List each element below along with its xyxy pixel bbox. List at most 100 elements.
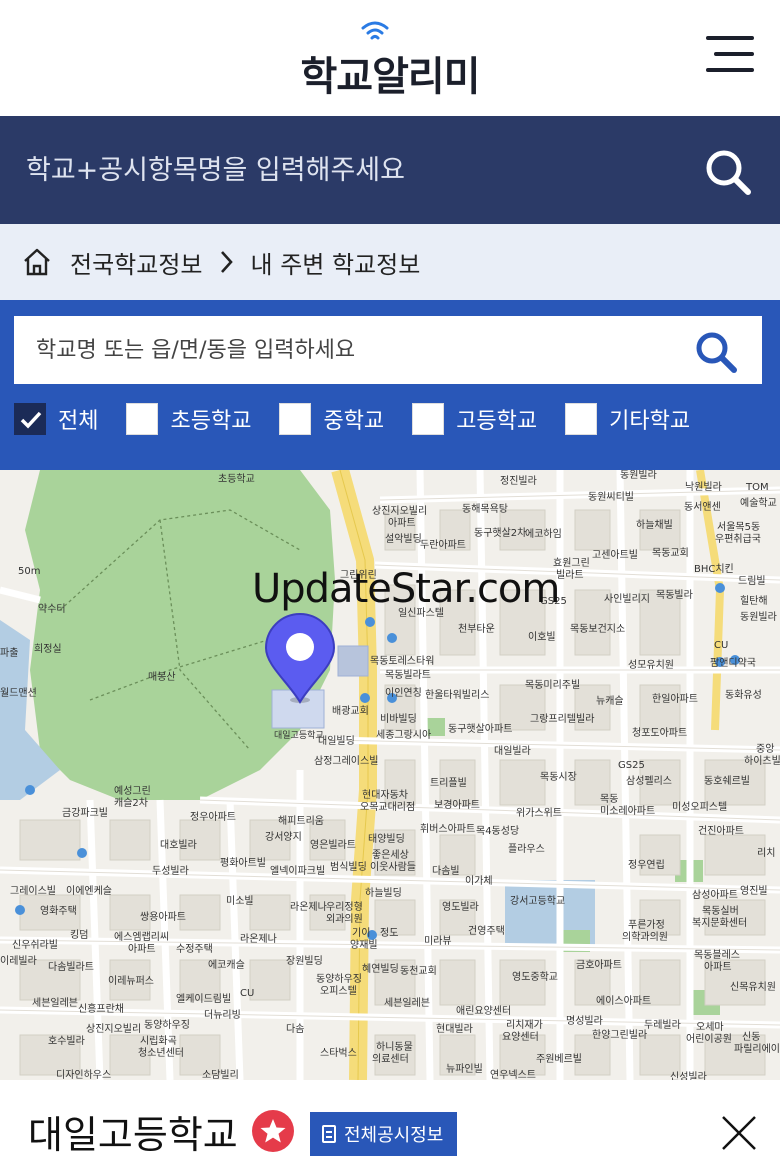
map-label: 수정주택: [176, 944, 213, 955]
filter-high-checkbox[interactable]: [412, 403, 445, 435]
breadcrumb: 전국학교정보 내 주변 학교정보: [0, 224, 780, 300]
map-label: 목동교회: [652, 548, 689, 559]
global-search-input[interactable]: [26, 150, 666, 190]
breadcrumb-item-national[interactable]: 전국학교정보: [70, 245, 202, 280]
map-label: 이레뉴퍼스: [108, 976, 154, 987]
map-label: 양재빌: [350, 940, 378, 951]
map-label: 천부타운: [458, 624, 495, 635]
filter-other-checkbox[interactable]: [565, 403, 598, 435]
map-label: 리치: [757, 848, 776, 859]
map-label: 영도빌라: [442, 902, 479, 913]
map-label: 한울타워빌리스: [425, 690, 490, 701]
filter-all[interactable]: 전체: [14, 403, 98, 435]
map-label: 미소레아파트: [600, 806, 656, 817]
map-label: 배광교회: [332, 706, 369, 717]
map-label: 한양그린빌라: [592, 1030, 648, 1041]
all-disclosure-button[interactable]: 전체공시정보: [310, 1112, 458, 1156]
map-label: 사인빌리지: [604, 594, 650, 605]
filter-middle[interactable]: 중학교: [279, 403, 384, 435]
map-label: BHC치킨: [694, 564, 734, 575]
map-label: 영은빌라트: [310, 840, 356, 851]
map-label: 동천교회: [400, 966, 437, 977]
map-label: 그랑프리텔빌라: [530, 714, 595, 725]
map-label: 낙원빌라: [685, 482, 722, 493]
filter-all-label: 전체: [58, 409, 99, 434]
close-icon[interactable]: [720, 1114, 758, 1152]
map-label: 뉴파인빌: [446, 1064, 483, 1075]
map-label: 이웃사람들: [370, 862, 416, 873]
map-label: 강서양지: [265, 832, 302, 843]
map-view[interactable]: 초등학교 정진빌라 동원빌라 낙원빌라 동해목욕탕 상진지오빌리 아파트 동원씨…: [0, 470, 780, 1080]
filter-high[interactable]: 고등학교: [412, 403, 537, 435]
breadcrumb-item-nearby[interactable]: 내 주변 학교정보: [250, 245, 420, 280]
map-label: 영진빌: [740, 886, 768, 897]
map-label: 엘넥이파크빌: [270, 866, 326, 877]
map-label: 플라우스: [508, 844, 545, 855]
school-search-input[interactable]: [36, 330, 676, 370]
map-label: 동원씨티빌: [588, 492, 634, 503]
map-label: 드림빌: [738, 576, 766, 587]
map-label: 오피스텔: [320, 986, 357, 997]
map-label: 에코캐슬: [208, 960, 245, 971]
map-label: 영화주택: [40, 906, 77, 917]
map-label: 목동시장: [540, 772, 577, 783]
map-label: 50m: [18, 566, 41, 577]
map-label: 정도: [380, 928, 399, 939]
map-label: 이인연칭: [385, 688, 422, 699]
map-label: 신우쉬라빌: [12, 940, 58, 951]
logo-text: 학교알리미: [300, 54, 481, 100]
map-label: 빌라트: [556, 570, 584, 581]
map-label: 초등학교: [218, 474, 255, 485]
filter-elementary-label: 초등학교: [170, 409, 252, 434]
map-label: 캐슬2차: [114, 798, 148, 809]
map-label: 파출: [0, 648, 19, 659]
filter-other[interactable]: 기타학교: [565, 403, 690, 435]
filter-high-label: 고등학교: [456, 409, 538, 434]
filter-elementary-checkbox[interactable]: [126, 403, 159, 435]
map-label: 세종그랑시아: [376, 730, 432, 741]
filter-all-checkbox[interactable]: [14, 403, 46, 435]
favorite-button[interactable]: [252, 1110, 294, 1152]
map-label: 동호쉐르빌: [704, 776, 750, 787]
map-label: 미라뷰: [424, 936, 452, 947]
hamburger-menu-icon[interactable]: [704, 36, 754, 74]
map-label: 신목유치원: [730, 982, 776, 993]
map-label: 위가스위트: [516, 808, 562, 819]
map-label: 소담빌리: [202, 1070, 239, 1080]
filter-elementary[interactable]: 초등학교: [126, 403, 251, 435]
map-label: 다솜: [286, 1024, 305, 1035]
map-label: 목동빌라트: [385, 670, 431, 681]
map-label: 에이스아파트: [596, 996, 652, 1007]
map-label: 세븐일레븐: [32, 998, 78, 1009]
map-label: 장원빌딩: [286, 956, 323, 967]
map-label: 의학과의원: [622, 932, 668, 943]
map-label: 목동토레스타워: [370, 656, 435, 667]
app-logo[interactable]: 학교알리미: [290, 18, 490, 100]
home-icon[interactable]: [22, 247, 52, 277]
map-label: 애린요양센터: [456, 1006, 512, 1017]
filter-middle-label: 중학교: [323, 409, 385, 434]
map-label: CU: [240, 988, 255, 999]
search-icon[interactable]: [694, 330, 738, 374]
map-label: 하늘빌딩: [365, 888, 402, 899]
map-label: GS25: [618, 760, 645, 771]
map-label: 목4동성당: [476, 826, 520, 837]
search-icon[interactable]: [704, 148, 752, 196]
map-label: 강서고등학교: [510, 896, 566, 907]
map-label: 정진빌라: [500, 476, 537, 487]
map-label: 파릴리에이시: [734, 1044, 780, 1055]
map-label: 금호아파트: [576, 960, 622, 971]
school-search-box: [14, 316, 762, 384]
map-label: 미성오피스텔: [672, 802, 728, 813]
map-label: 라온제나: [290, 902, 327, 913]
map-label: 정우아파트: [190, 812, 236, 823]
map-label: 목동빌라: [656, 590, 693, 601]
filter-middle-checkbox[interactable]: [279, 403, 312, 435]
map-label: 설악빌딩: [385, 534, 422, 545]
map-label: 외과의원: [326, 914, 363, 925]
selected-school-bar: 대일고등학교 전체공시정보: [0, 1080, 780, 1170]
map-label: 에코하임: [525, 529, 562, 540]
map-label: 세븐일레븐: [384, 998, 430, 1009]
map-label: 주원베르빌: [536, 1054, 582, 1065]
map-label: 혜연빌딩: [362, 964, 399, 975]
